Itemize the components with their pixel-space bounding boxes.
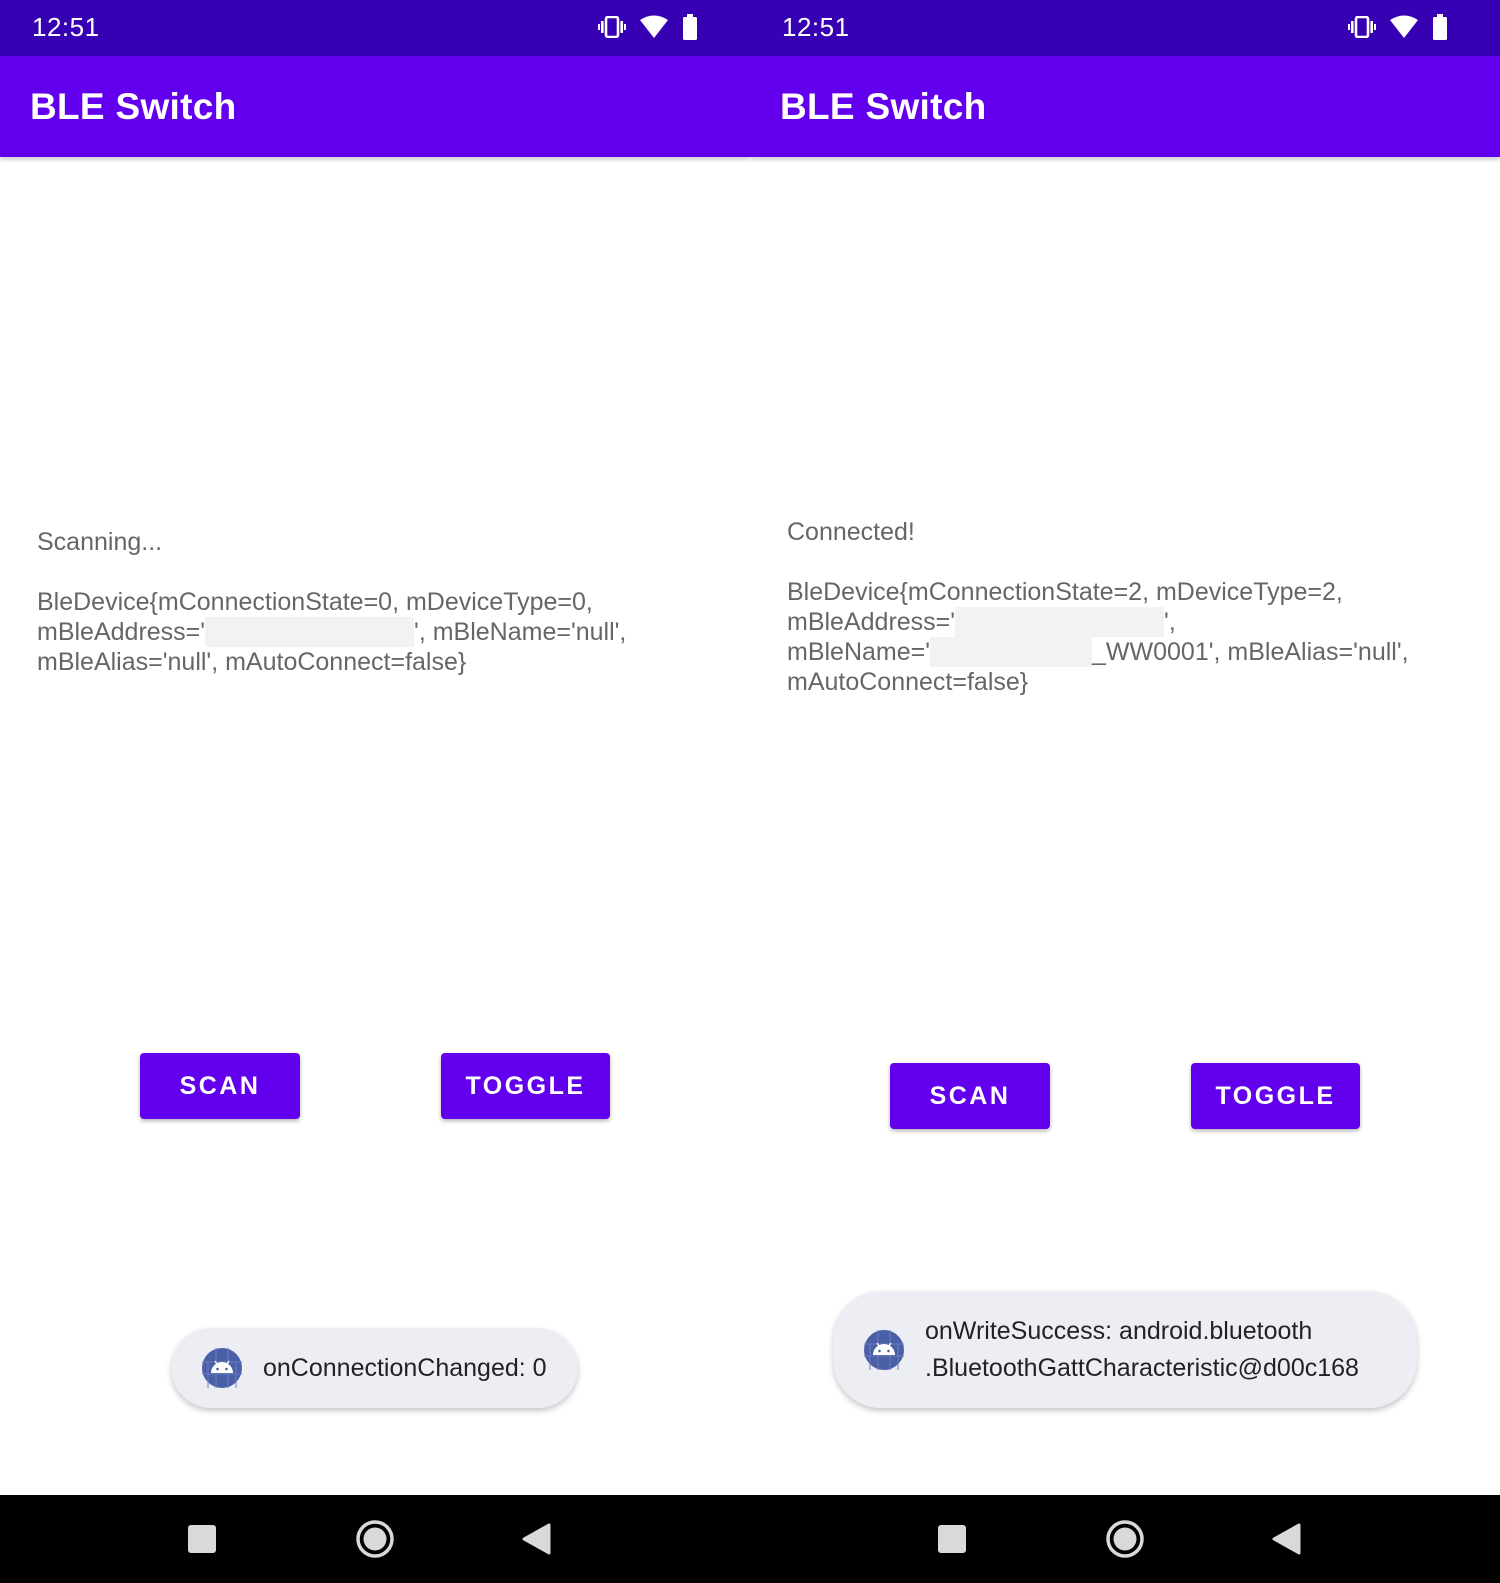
status-icons [1348,14,1448,40]
device-info-text: BleDevice{mConnectionState=2, mDeviceTyp… [787,577,1467,697]
app-title: BLE Switch [780,86,987,127]
status-bar: 12:51 [750,0,1500,56]
device-info-line2-suffix: ', [1164,608,1176,636]
home-circle-icon[interactable] [349,1513,401,1565]
app-bar: BLE Switch [0,56,750,157]
device-info-line2-suffix: ', mBleName='null', [414,618,627,646]
toggle-button[interactable]: TOGGLE [1191,1063,1360,1129]
device-info-text: BleDevice{mConnectionState=0, mDeviceTyp… [37,587,677,677]
android-icon [202,1348,242,1388]
android-icon [864,1329,904,1370]
wifi-icon [1390,15,1418,39]
navigation-bar [0,1495,750,1583]
device-info-line3-suffix: _WW0001', mBleAlias='null', [1092,638,1409,666]
connection-status-text: Scanning... [37,528,163,556]
battery-icon [682,14,698,40]
recents-square-icon[interactable] [176,1513,228,1565]
app-title: BLE Switch [30,86,237,127]
toast-message: onWriteSuccess: android.bluetooth .Bluet… [833,1291,1417,1408]
redacted-address [205,617,415,647]
toast-text: onWriteSuccess: android.bluetooth .Bluet… [925,1313,1359,1387]
toast-message: onConnectionChanged: 0 [171,1328,578,1408]
toast-text: onConnectionChanged: 0 [263,1350,547,1387]
status-icons [598,14,698,40]
battery-icon [1432,14,1448,40]
device-info-line4: mAutoConnect=false} [787,668,1029,696]
phone-screen-connected: 12:51 BLE Switch Connected! BleDevice{mC… [750,0,1500,1583]
scan-button[interactable]: SCAN [140,1053,300,1119]
redacted-name [930,637,1093,667]
device-info-line3-prefix: mBleName=' [787,638,931,666]
toggle-button[interactable]: TOGGLE [441,1053,610,1119]
navigation-bar [750,1495,1500,1583]
app-bar: BLE Switch [750,56,1500,157]
device-info-line2-prefix: mBleAddress=' [787,608,956,636]
redacted-address [955,607,1165,637]
vibrate-icon [1348,16,1376,38]
wifi-icon [640,15,668,39]
toast-line: .BluetoothGattCharacteristic@d00c168 [925,1353,1359,1382]
phone-screen-scanning: 12:51 BLE Switch Scanning... BleDevice{m… [0,0,750,1583]
scan-button[interactable]: SCAN [890,1063,1050,1129]
device-info-line2-prefix: mBleAddress=' [37,618,206,646]
content-area: Connected! BleDevice{mConnectionState=2,… [787,517,1467,697]
back-triangle-icon[interactable] [1260,1513,1312,1565]
vibrate-icon [598,16,626,38]
device-info-line1: BleDevice{mConnectionState=0, mDeviceTyp… [37,588,593,616]
home-circle-icon[interactable] [1099,1513,1151,1565]
back-triangle-icon[interactable] [510,1513,562,1565]
device-info-line3: mBleAlias='null', mAutoConnect=false} [37,648,467,676]
status-time: 12:51 [782,12,850,42]
device-info-line1: BleDevice{mConnectionState=2, mDeviceTyp… [787,578,1343,606]
recents-square-icon[interactable] [926,1513,978,1565]
connection-status-text: Connected! [787,518,915,546]
content-area: Scanning... BleDevice{mConnectionState=0… [37,527,677,677]
status-time: 12:51 [32,12,100,42]
toast-line: onConnectionChanged: 0 [263,1353,547,1382]
status-bar: 12:51 [0,0,750,56]
toast-line: onWriteSuccess: android.bluetooth [925,1316,1313,1345]
